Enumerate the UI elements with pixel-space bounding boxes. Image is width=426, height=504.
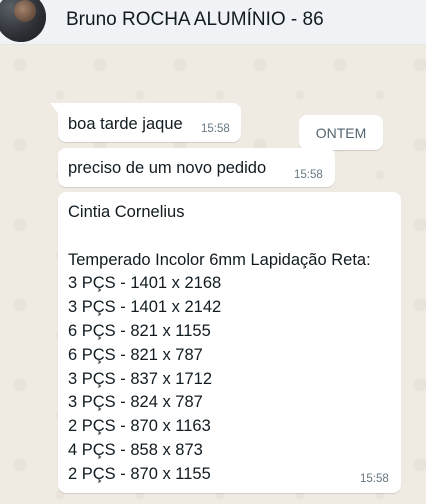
contact-avatar[interactable] (0, 0, 46, 42)
contact-name[interactable]: Bruno ROCHA ALUMÍNIO - 86 (66, 9, 324, 31)
message-bubble[interactable]: Cintia Cornelius Temperado Incolor 6mm L… (58, 192, 401, 493)
date-separator: ONTEM (299, 115, 383, 150)
message-bubble[interactable]: boa tarde jaque 15:58 (50, 103, 241, 142)
message-time: 15:58 (201, 123, 230, 135)
message-time: 15:58 (294, 169, 323, 181)
message-text: preciso de um novo pedido (68, 159, 267, 177)
message-text: boa tarde jaque (68, 115, 183, 133)
bubble-tail (50, 103, 58, 113)
message-text: Cintia Cornelius Temperado Incolor 6mm L… (68, 203, 371, 483)
avatar-face (14, 0, 36, 22)
message-time: 15:58 (360, 473, 389, 485)
chat-panel[interactable]: ONTEM boa tarde jaque 15:58 preciso de u… (0, 45, 426, 504)
chat-header[interactable]: Bruno ROCHA ALUMÍNIO - 86 (0, 0, 426, 45)
message-bubble[interactable]: preciso de um novo pedido 15:58 (58, 148, 335, 187)
